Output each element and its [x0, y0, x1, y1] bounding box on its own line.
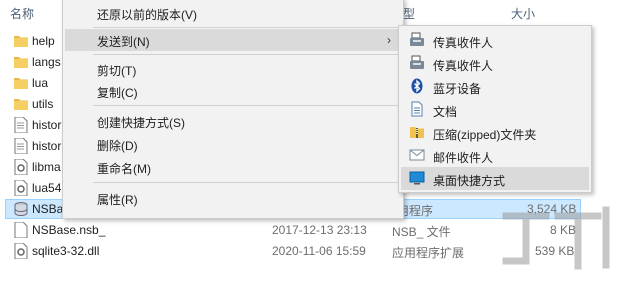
- zip-folder-icon: [410, 127, 424, 138]
- column-header-type[interactable]: 型: [403, 5, 415, 22]
- application-icon: [14, 202, 28, 217]
- submenu-item-label: 压缩(zipped)文件夹: [433, 128, 537, 142]
- menu-separator: [93, 105, 399, 106]
- dll-file-icon: [14, 243, 28, 259]
- text-file-icon: [14, 117, 28, 133]
- column-header-size[interactable]: 大小: [511, 5, 535, 22]
- menu-item-cut[interactable]: 剪切(T): [65, 58, 401, 80]
- file-date: 2020-11-06 15:59: [272, 244, 366, 258]
- submenu-item-zipped-folder[interactable]: 压缩(zipped)文件夹: [401, 121, 589, 144]
- file-name: sqlite3-32.dll: [32, 244, 100, 258]
- submenu-item-bluetooth[interactable]: 蓝牙设备: [401, 75, 589, 98]
- fax-icon: [410, 32, 424, 46]
- file-name: lua: [32, 76, 49, 90]
- folder-icon: [14, 78, 28, 89]
- submenu-item-mail-recipient[interactable]: 邮件收件人: [401, 144, 589, 167]
- chevron-right-icon: ›: [387, 33, 391, 47]
- text-file-icon: [14, 222, 28, 238]
- file-name: libma: [32, 160, 61, 174]
- send-to-submenu: 传真收件人 传真收件人 蓝牙设备 文档 压缩(zipped)文件夹 邮件收件人 …: [398, 25, 592, 193]
- folder-icon: [14, 36, 28, 47]
- text-file-icon: [14, 138, 28, 154]
- menu-item-label: 还原以前的版本(V): [97, 8, 197, 22]
- menu-item-label: 复制(C): [97, 86, 138, 100]
- menu-item-label: 属性(R): [97, 193, 138, 207]
- submenu-item-label: 邮件收件人: [433, 151, 494, 165]
- file-name: help: [32, 34, 55, 48]
- menu-item-properties[interactable]: 属性(R): [65, 187, 401, 209]
- submenu-item-label: 桌面快捷方式: [433, 174, 506, 188]
- folder-icon: [14, 99, 28, 110]
- file-name: lua54: [32, 181, 62, 195]
- menu-item-create-shortcut[interactable]: 创建快捷方式(S): [65, 110, 401, 132]
- column-header-name[interactable]: 名称: [10, 5, 34, 22]
- menu-item-send-to[interactable]: 发送到(N) ›: [65, 29, 401, 51]
- file-date: 2017-12-13 23:13: [272, 223, 367, 237]
- file-name: histor: [32, 139, 62, 153]
- submenu-item-label: 蓝牙设备: [433, 82, 482, 96]
- context-menu: 还原以前的版本(V) 发送到(N) › 剪切(T) 复制(C) 创建快捷方式(S…: [62, 0, 404, 219]
- menu-separator: [93, 54, 399, 55]
- submenu-item-fax-recipient[interactable]: 传真收件人: [401, 52, 589, 75]
- submenu-item-fax-recipient[interactable]: 传真收件人: [401, 29, 589, 52]
- file-name: langs: [32, 55, 61, 69]
- document-icon: [411, 101, 423, 117]
- menu-item-label: 发送到(N): [97, 35, 150, 49]
- submenu-item-label: 文档: [433, 105, 458, 119]
- menu-separator: [93, 27, 399, 28]
- file-type: NSB_ 文件: [392, 225, 451, 239]
- submenu-item-label: 传真收件人: [433, 36, 494, 50]
- desktop-icon: [409, 171, 425, 185]
- dll-file-icon: [14, 180, 28, 196]
- menu-item-rename[interactable]: 重命名(M): [65, 156, 401, 178]
- submenu-item-documents[interactable]: 文档: [401, 98, 589, 121]
- mail-icon: [409, 149, 425, 161]
- watermark-logo: [502, 206, 610, 270]
- file-name: utils: [32, 97, 54, 111]
- dll-file-icon: [14, 159, 28, 175]
- file-name: NSBase.nsb_: [32, 223, 106, 237]
- menu-item-label: 删除(D): [97, 139, 138, 153]
- bluetooth-icon: [411, 78, 423, 94]
- menu-separator: [93, 182, 399, 183]
- menu-item-delete[interactable]: 删除(D): [65, 133, 401, 155]
- menu-item-label: 重命名(M): [97, 162, 151, 176]
- submenu-item-desktop-shortcut[interactable]: 桌面快捷方式: [401, 167, 589, 190]
- folder-icon: [14, 57, 28, 68]
- menu-item-restore-previous-versions[interactable]: 还原以前的版本(V): [65, 2, 401, 24]
- fax-icon: [410, 55, 424, 69]
- file-name: NSBa: [32, 202, 64, 216]
- menu-item-label: 剪切(T): [97, 64, 137, 78]
- submenu-item-label: 传真收件人: [433, 59, 494, 73]
- file-name: histor: [32, 118, 62, 132]
- file-type: 应用程序扩展: [392, 246, 465, 260]
- menu-item-label: 创建快捷方式(S): [97, 116, 185, 130]
- menu-item-copy[interactable]: 复制(C): [65, 80, 401, 102]
